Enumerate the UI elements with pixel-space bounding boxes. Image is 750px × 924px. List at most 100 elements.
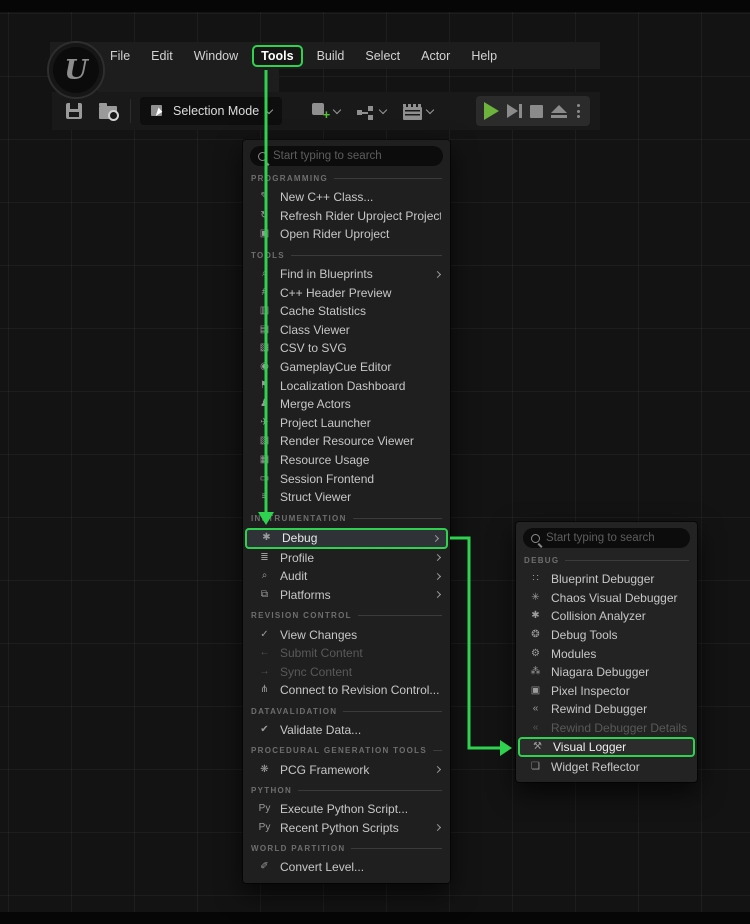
section-header-tools: TOOLS	[251, 249, 442, 262]
menubar-item-help[interactable]: Help	[471, 49, 497, 63]
play-controls	[476, 96, 590, 126]
menu-item-submit-content[interactable]: ←Submit Content	[243, 644, 450, 663]
menubar-item-build[interactable]: Build	[317, 49, 345, 63]
menu-item-new-c-class[interactable]: ✎New C++ Class...	[243, 188, 450, 207]
menu-item-class-viewer[interactable]: ▤Class Viewer	[243, 321, 450, 340]
menu-item-localization-dashboard[interactable]: ⚑Localization Dashboard	[243, 376, 450, 395]
menu-item-session-frontend[interactable]: ▭Session Frontend	[243, 469, 450, 488]
section-header-datavalidation: DATAVALIDATION	[251, 705, 442, 718]
section-header-label: TOOLS	[251, 251, 285, 260]
blueprints-dropdown[interactable]	[353, 96, 390, 126]
menubar-item-file[interactable]: File	[110, 49, 130, 63]
menu-item-csv-to-svg[interactable]: ▧CSV to SVG	[243, 339, 450, 358]
submit-content-icon: ←	[257, 648, 272, 658]
menu-item-refresh-rider-uproject-project[interactable]: ↻Refresh Rider Uproject Project	[243, 207, 450, 226]
unreal-engine-logo-icon[interactable]: U	[47, 41, 105, 99]
tools-menu-body: PROGRAMMING ✎New C++ Class...↻Refresh Rid…	[243, 172, 450, 877]
section-divider	[565, 560, 689, 561]
find-in-blueprints-icon: ⌕	[257, 269, 272, 279]
menu-item-struct-viewer[interactable]: ≡Struct Viewer	[243, 488, 450, 507]
cpp-class-icon: ✎	[257, 192, 272, 202]
tools-menu-search-input[interactable]: Start typing to search	[250, 146, 443, 166]
menu-item-label: Struct Viewer	[280, 490, 441, 504]
menu-item-blueprint-debugger[interactable]: ∷Blueprint Debugger	[516, 570, 697, 589]
menu-item-label: Cache Statistics	[280, 304, 441, 318]
section-divider	[291, 255, 442, 256]
csv-to-svg-icon: ▧	[257, 343, 272, 353]
add-actor-dropdown[interactable]: +	[308, 96, 344, 126]
menu-item-gameplaycue-editor[interactable]: ◉GameplayCue Editor	[243, 358, 450, 377]
menu-item-connect-to-revision-control[interactable]: ⋔Connect to Revision Control...	[243, 681, 450, 700]
menu-item-collision-analyzer[interactable]: ✱Collision Analyzer	[516, 607, 697, 626]
platforms-icon: ⧉	[257, 590, 272, 600]
menu-item-modules[interactable]: ⚙Modules	[516, 644, 697, 663]
menu-item-recent-python-scripts[interactable]: PyRecent Python Scripts	[243, 818, 450, 837]
submenu-chevron-icon	[434, 591, 441, 598]
rewind-debugger-icon: «	[528, 704, 543, 714]
menu-item-c-header-preview[interactable]: #C++ Header Preview	[243, 283, 450, 302]
section-header-label: DATAVALIDATION	[251, 707, 337, 716]
modules-icon: ⚙	[528, 649, 543, 659]
blueprints-icon	[357, 106, 375, 120]
menu-item-render-resource-viewer[interactable]: ▨Render Resource Viewer	[243, 432, 450, 451]
resource-usage-icon: ▦	[257, 455, 272, 465]
view-changes-icon: ✓	[257, 630, 272, 640]
menu-item-rewind-debugger-details[interactable]: «Rewind Debugger Details	[516, 719, 697, 738]
menubar-item-actor[interactable]: Actor	[421, 49, 450, 63]
menu-item-merge-actors[interactable]: ♟Merge Actors	[243, 395, 450, 414]
menubar-item-tools[interactable]: Tools	[252, 45, 302, 67]
play-button[interactable]	[484, 102, 499, 120]
menu-item-debug[interactable]: ✱Debug	[245, 528, 448, 549]
menubar-item-edit[interactable]: Edit	[151, 49, 173, 63]
content-browser-button[interactable]	[95, 96, 121, 126]
menu-item-debug-tools[interactable]: ❂Debug Tools	[516, 626, 697, 645]
menubar-item-select[interactable]: Select	[365, 49, 400, 63]
frame-skip-button[interactable]	[507, 104, 522, 118]
menu-item-audit[interactable]: ⌕Audit	[243, 567, 450, 586]
validate-data-icon: ✔	[257, 725, 272, 735]
menubar-item-window[interactable]: Window	[194, 49, 238, 63]
menu-item-cache-statistics[interactable]: ▥Cache Statistics	[243, 302, 450, 321]
session-frontend-icon: ▭	[257, 474, 272, 484]
render-resource-viewer-icon: ▨	[257, 436, 272, 446]
eject-button[interactable]	[551, 105, 567, 118]
cinematics-dropdown[interactable]	[399, 96, 437, 126]
menu-item-label: Connect to Revision Control...	[280, 683, 441, 697]
menu-item-platforms[interactable]: ⧉Platforms	[243, 586, 450, 605]
menu-item-profile[interactable]: ≣Profile	[243, 549, 450, 568]
menu-item-execute-python-script[interactable]: PyExecute Python Script...	[243, 800, 450, 819]
menu-item-label: Convert Level...	[280, 860, 441, 874]
save-button[interactable]	[62, 96, 86, 126]
menu-item-niagara-debugger[interactable]: ⁂Niagara Debugger	[516, 663, 697, 682]
menu-item-pcg-framework[interactable]: ❋PCG Framework	[243, 760, 450, 779]
rewind-debugger-details-icon: «	[528, 723, 543, 733]
menu-item-label: Execute Python Script...	[280, 802, 441, 816]
more-options-button[interactable]	[575, 104, 582, 118]
stop-button[interactable]	[530, 105, 543, 118]
chevron-down-icon	[426, 105, 434, 113]
menu-item-rewind-debugger[interactable]: « Rewind Debugger	[516, 700, 697, 719]
selection-mode-dropdown[interactable]: Selection Mode	[140, 97, 282, 125]
section-divider	[334, 178, 442, 179]
menu-item-pixel-inspector[interactable]: ▣Pixel Inspector	[516, 682, 697, 701]
submenu-chevron-icon	[434, 271, 441, 278]
section-header-programming: PROGRAMMING	[251, 172, 442, 185]
menu-item-sync-content[interactable]: →Sync Content	[243, 662, 450, 681]
menu-item-label: GameplayCue Editor	[280, 360, 441, 374]
niagara-debugger-icon: ⁂	[528, 667, 543, 677]
menu-item-find-in-blueprints[interactable]: ⌕Find in Blueprints	[243, 265, 450, 284]
debug-submenu-search-input[interactable]: Start typing to search	[523, 528, 690, 548]
menu-item-chaos-visual-debugger[interactable]: ✳Chaos Visual Debugger	[516, 589, 697, 608]
menu-item-open-rider-uproject[interactable]: ▣Open Rider Uproject	[243, 225, 450, 244]
menu-item-convert-level[interactable]: ✐Convert Level...	[243, 858, 450, 877]
menu-item-widget-reflector[interactable]: ❏Widget Reflector	[516, 757, 697, 776]
class-viewer-icon: ▤	[257, 325, 272, 335]
menu-item-label: Collision Analyzer	[551, 609, 688, 623]
menu-item-view-changes[interactable]: ✓View Changes	[243, 625, 450, 644]
menu-item-label: Rewind Debugger	[551, 702, 688, 716]
menu-item-resource-usage[interactable]: ▦Resource Usage	[243, 451, 450, 470]
menu-item-visual-logger[interactable]: ⚒Visual Logger	[518, 737, 695, 757]
menu-item-validate-data[interactable]: ✔Validate Data...	[243, 721, 450, 740]
chevron-down-icon	[379, 105, 387, 113]
menu-item-project-launcher[interactable]: ✈Project Launcher	[243, 414, 450, 433]
